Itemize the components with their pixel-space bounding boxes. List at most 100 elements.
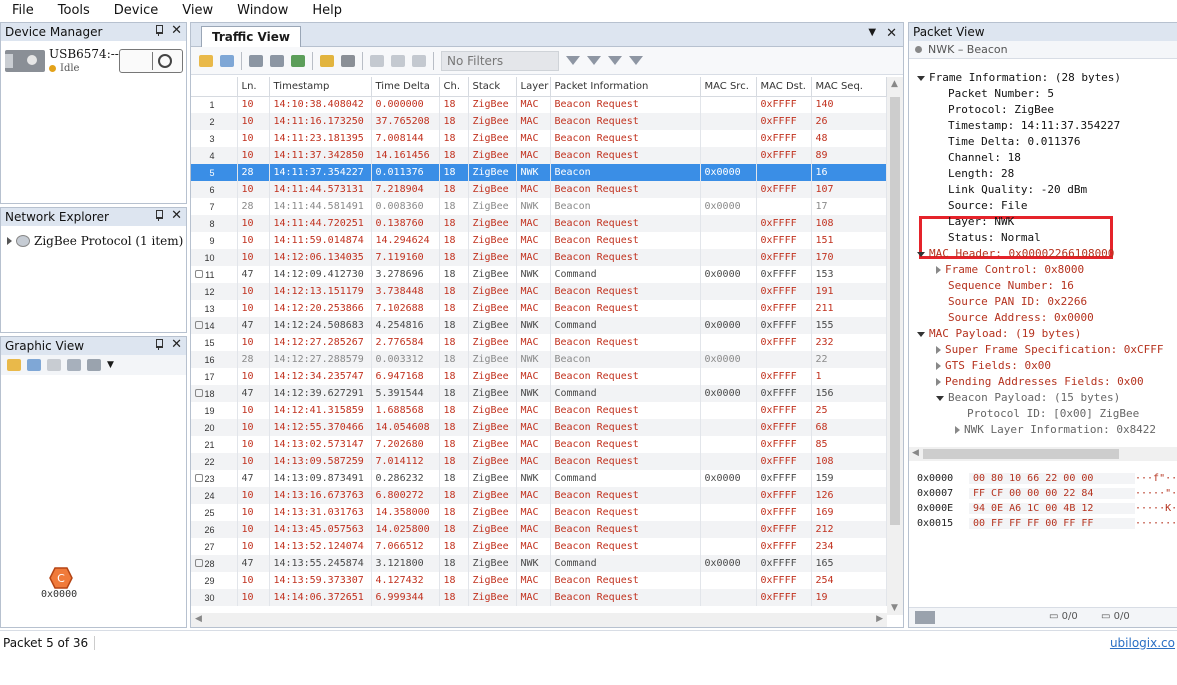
tree-item-zigbee[interactable]: ZigBee Protocol (1 item): [7, 234, 183, 248]
table-row[interactable]: 30 10 14:14:06.372651 6.999344 18 ZigBee MAC Be…: [191, 589, 887, 606]
packet-field[interactable]: Sequence Number: 16: [936, 279, 1074, 292]
menu-file[interactable]: File: [0, 3, 46, 18]
forward-icon[interactable]: [412, 54, 426, 67]
packet-horizontal-scrollbar[interactable]: ◀: [909, 447, 1177, 461]
packet-field[interactable]: Protocol ID: [0x00] ZigBee: [955, 407, 1139, 420]
close-icon[interactable]: ✕: [886, 27, 897, 41]
scroll-up-icon[interactable]: ▲: [891, 79, 898, 89]
packet-field[interactable]: Time Delta: 0.011376: [936, 135, 1080, 148]
packet-field[interactable]: Status: Normal: [936, 231, 1041, 244]
table-row[interactable]: 15 10 14:12:27.285267 2.776584 18 ZigBee MAC Be…: [191, 334, 887, 351]
column-header-col-timestamp[interactable]: Timestamp: [269, 77, 372, 97]
table-row[interactable]: 4 10 14:11:37.342850 14.161456 18 ZigBee MAC Be…: [191, 147, 887, 164]
packet-field[interactable]: Packet Number: 5: [936, 87, 1054, 100]
pin-icon[interactable]: [154, 338, 164, 350]
packet-field[interactable]: GTS Fields: 0x00: [936, 359, 1051, 372]
scroll-left-icon[interactable]: ◀: [912, 448, 919, 458]
column-header-col-packet-info[interactable]: Packet Information: [550, 77, 701, 97]
close-icon[interactable]: ✕: [171, 24, 182, 38]
packet-field[interactable]: MAC Payload: (19 bytes): [917, 327, 1081, 340]
table-row[interactable]: 23 47 14:13:09.873491 0.286232 18 ZigBee NWK Co…: [191, 470, 887, 487]
column-header-col-stack[interactable]: Stack: [468, 77, 517, 97]
table-row[interactable]: 14 47 14:12:24.508683 4.254816 18 ZigBee NWK Co…: [191, 317, 887, 334]
save-layout-icon[interactable]: [27, 359, 41, 371]
expand-arrow-icon[interactable]: [936, 362, 941, 370]
table-row[interactable]: 2 10 14:11:16.173250 37.765208 18 ZigBee MAC Be…: [191, 113, 887, 130]
table-row[interactable]: 8 10 14:11:44.720251 0.138760 18 ZigBee MAC Bea…: [191, 215, 887, 232]
packet-field[interactable]: Source PAN ID: 0x2266: [936, 295, 1087, 308]
table-row[interactable]: 19 10 14:12:41.315859 1.688568 18 ZigBee MAC Be…: [191, 402, 887, 419]
vertical-scrollbar[interactable]: ▲ ▼: [887, 77, 903, 615]
table-row[interactable]: 28 47 14:13:55.245874 3.121800 18 ZigBee NWK Co…: [191, 555, 887, 572]
packet-field[interactable]: Pending Addresses Fields: 0x00: [936, 375, 1144, 388]
scroll-left-icon[interactable]: ◀: [195, 614, 202, 624]
packet-field[interactable]: Layer: NWK: [936, 215, 1014, 228]
table-row[interactable]: 9 10 14:11:59.014874 14.294624 18 ZigBee MAC Be…: [191, 232, 887, 249]
packet-field[interactable]: NWK Layer Information: 0x8422: [955, 423, 1156, 436]
dropdown-arrow-icon[interactable]: ▼: [107, 360, 114, 370]
expand-arrow-icon[interactable]: [936, 378, 941, 386]
back-icon[interactable]: [391, 54, 405, 67]
horizontal-scrollbar[interactable]: ◀ ▶: [191, 613, 887, 627]
column-header-col-ln[interactable]: Ln.: [237, 77, 270, 97]
columns-icon[interactable]: [249, 54, 263, 67]
pointer-icon[interactable]: [47, 359, 61, 371]
pin-icon[interactable]: [154, 209, 164, 221]
tab-menu-icon[interactable]: ▼: [868, 27, 876, 41]
close-icon[interactable]: ✕: [171, 338, 182, 352]
table-row[interactable]: 16 28 14:12:27.288579 0.003312 18 ZigBee NWK Be…: [191, 351, 887, 368]
collapse-arrow-icon[interactable]: [917, 251, 925, 257]
details-icon[interactable]: [270, 54, 284, 67]
export-icon[interactable]: [291, 54, 305, 67]
hex-bytes[interactable]: 00 80 10 66 22 00 00: [969, 473, 1135, 484]
packet-field[interactable]: Timestamp: 14:11:37.354227: [936, 119, 1120, 132]
packet-field[interactable]: Super Frame Specification: 0xCFFF: [936, 343, 1164, 356]
column-header-col-mac-src[interactable]: MAC Src.: [700, 77, 757, 97]
dropdown-icon[interactable]: [915, 611, 935, 624]
scroll-down-icon[interactable]: ▼: [891, 603, 898, 613]
packet-field[interactable]: Protocol: ZigBee: [936, 103, 1054, 116]
menu-view[interactable]: View: [170, 3, 225, 18]
table-row[interactable]: 18 47 14:12:39.627291 5.391544 18 ZigBee NWK Co…: [191, 385, 887, 402]
save-file-icon[interactable]: [220, 54, 234, 67]
hex-bytes[interactable]: FF CF 00 00 00 22 84: [969, 488, 1135, 499]
column-header-col-mac-dst[interactable]: MAC Dst.: [756, 77, 812, 97]
table-row[interactable]: 3 10 14:11:23.181395 7.008144 18 ZigBee MAC Bea…: [191, 130, 887, 147]
expand-arrow-icon[interactable]: [936, 346, 941, 354]
table-row[interactable]: 10 10 14:12:06.134035 7.119160 18 ZigBee MAC Be…: [191, 249, 887, 266]
table-row[interactable]: 7 28 14:11:44.581491 0.008360 18 ZigBee NWK Bea…: [191, 198, 887, 215]
column-header-col-channel[interactable]: Ch.: [439, 77, 469, 97]
collapse-arrow-icon[interactable]: [917, 75, 925, 81]
table-row[interactable]: 27 10 14:13:52.124074 7.066512 18 ZigBee MAC Be…: [191, 538, 887, 555]
table-row[interactable]: 26 10 14:13:45.057563 14.025800 18 ZigBee MAC B…: [191, 521, 887, 538]
expand-arrow-icon[interactable]: [936, 266, 941, 274]
settings-icon[interactable]: [341, 54, 355, 67]
table-row[interactable]: 5 28 14:11:37.354227 0.011376 18 ZigBee NWK Bea…: [191, 164, 887, 181]
collapse-arrow-icon[interactable]: [936, 395, 944, 401]
column-header-col-marker[interactable]: [191, 77, 238, 97]
table-row[interactable]: 11 47 14:12:09.412730 3.278696 18 ZigBee NWK Co…: [191, 266, 887, 283]
layout-icon[interactable]: [87, 359, 101, 371]
open-layout-icon[interactable]: [7, 359, 21, 371]
filter-input[interactable]: No Filters: [441, 50, 559, 71]
hand-icon[interactable]: [67, 359, 81, 371]
table-row[interactable]: 13 10 14:12:20.253866 7.102688 18 ZigBee MAC Be…: [191, 300, 887, 317]
table-row[interactable]: 29 10 14:13:59.373307 4.127432 18 ZigBee MAC Be…: [191, 572, 887, 589]
packet-field[interactable]: Length: 28: [936, 167, 1014, 180]
capture-toggle[interactable]: [119, 49, 183, 73]
table-row[interactable]: 24 10 14:13:16.673763 6.800272 18 ZigBee MAC Be…: [191, 487, 887, 504]
hex-bytes[interactable]: 00 FF FF FF 00 FF FF: [969, 518, 1135, 529]
packet-field[interactable]: Source Address: 0x0000: [936, 311, 1094, 324]
table-row[interactable]: 12 10 14:12:13.151179 3.738448 18 ZigBee MAC Be…: [191, 283, 887, 300]
scroll-thumb[interactable]: [923, 449, 1119, 459]
table-row[interactable]: 22 10 14:13:09.587259 7.014112 18 ZigBee MAC Be…: [191, 453, 887, 470]
filter-add-icon[interactable]: [587, 56, 601, 65]
highlight-icon[interactable]: [320, 54, 334, 67]
copy-icon[interactable]: [370, 54, 384, 67]
pin-icon[interactable]: [154, 24, 164, 36]
packet-field[interactable]: Beacon Payload: (15 bytes): [936, 391, 1120, 404]
coordinator-node[interactable]: C: [49, 567, 73, 589]
menu-device[interactable]: Device: [102, 3, 170, 18]
table-row[interactable]: 1 10 14:10:38.408042 0.000000 18 ZigBee MAC Bea…: [191, 96, 887, 113]
open-file-icon[interactable]: [199, 54, 213, 67]
